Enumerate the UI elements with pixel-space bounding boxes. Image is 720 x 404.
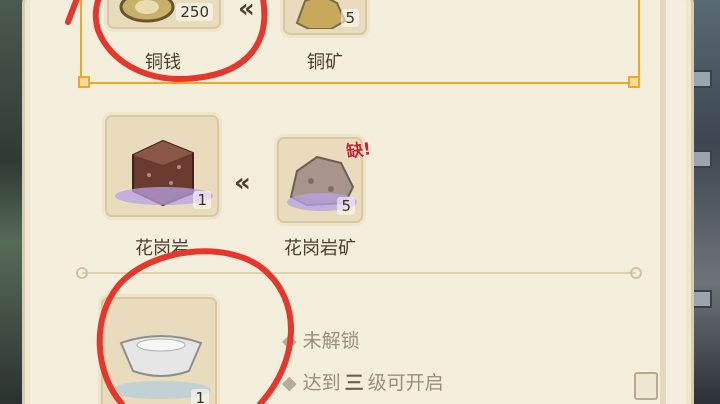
annotation-circle-top <box>65 0 268 82</box>
annotation-overlay <box>65 0 294 404</box>
annotation-circle-bottom <box>96 248 294 404</box>
